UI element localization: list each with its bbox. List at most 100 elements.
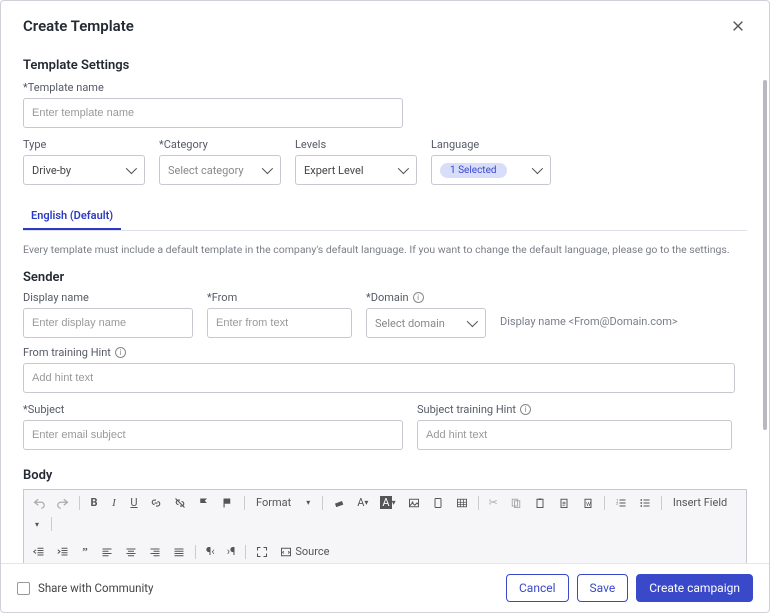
template-name-label: *Template name xyxy=(23,81,747,94)
editor-toolbar: B I U Format ▾ A▾ A▾ ✂ W 12 xyxy=(23,489,747,563)
tab-english-default[interactable]: English (Default) xyxy=(23,203,121,230)
chevron-down-icon xyxy=(126,163,137,174)
undo-button[interactable] xyxy=(30,495,48,511)
paste-word-button[interactable]: W xyxy=(579,495,597,511)
cancel-button[interactable]: Cancel xyxy=(506,574,569,602)
domain-label: *Domain xyxy=(366,291,486,304)
table-icon xyxy=(456,497,468,509)
type-field-group: Type Drive-by xyxy=(23,138,145,185)
align-justify-button[interactable] xyxy=(170,544,188,560)
insert-field-dropdown[interactable]: Insert Field xyxy=(669,496,731,509)
type-label: Type xyxy=(23,138,145,151)
align-right-icon xyxy=(149,546,161,558)
info-icon[interactable] xyxy=(115,347,126,358)
underline-button[interactable]: U xyxy=(127,494,141,511)
format-caret[interactable]: ▾ xyxy=(301,496,315,509)
subject-hint-label-text: Subject training Hint xyxy=(417,403,516,416)
display-name-input[interactable] xyxy=(23,308,193,338)
remove-format-button[interactable] xyxy=(330,495,348,511)
subject-hint-input[interactable] xyxy=(417,420,732,450)
flag-button[interactable] xyxy=(219,495,237,511)
align-right-button[interactable] xyxy=(146,544,164,560)
display-name-label: Display name xyxy=(23,291,193,304)
info-icon[interactable] xyxy=(413,292,424,303)
ltr-button[interactable]: ¶‹ xyxy=(203,543,218,560)
copy-button[interactable] xyxy=(507,495,525,511)
category-field-group: *Category Select category xyxy=(159,138,281,185)
levels-select[interactable]: Expert Level xyxy=(295,155,417,185)
align-center-button[interactable] xyxy=(122,544,140,560)
italic-button[interactable]: I xyxy=(107,495,121,511)
from-input[interactable] xyxy=(207,308,352,338)
subject-hint-label: Subject training Hint xyxy=(417,403,747,416)
source-button[interactable]: Source xyxy=(277,543,332,560)
indent-button[interactable] xyxy=(54,544,72,560)
cut-button[interactable]: ✂ xyxy=(486,494,501,511)
bg-color-button[interactable]: A▾ xyxy=(377,494,398,511)
type-value: Drive-by xyxy=(32,164,71,177)
create-campaign-button[interactable]: Create campaign xyxy=(636,574,753,602)
bold-button[interactable]: B xyxy=(87,494,101,511)
eraser-icon xyxy=(333,497,345,509)
blockquote-button[interactable]: ” xyxy=(78,544,92,560)
subject-hint-field-group: Subject training Hint xyxy=(417,403,747,450)
category-select[interactable]: Select category xyxy=(159,155,281,185)
sender-row: Display name *From *Domain Select domain… xyxy=(23,291,747,338)
link-button[interactable] xyxy=(147,495,165,511)
separator xyxy=(245,545,246,559)
from-hint-field-group: From training Hint xyxy=(23,346,747,393)
paste-button[interactable] xyxy=(531,495,549,511)
link-icon xyxy=(150,497,162,509)
numbered-list-button[interactable]: 12 xyxy=(612,495,630,511)
indent-icon xyxy=(57,546,69,558)
separator xyxy=(51,517,52,531)
flag-icon xyxy=(198,497,210,509)
save-button[interactable]: Save xyxy=(577,574,629,602)
scrollbar[interactable] xyxy=(763,80,767,430)
subject-field-group: *Subject xyxy=(23,403,403,450)
type-select[interactable]: Drive-by xyxy=(23,155,145,185)
body-heading: Body xyxy=(23,468,747,483)
outdent-button[interactable] xyxy=(30,544,48,560)
text-color-button[interactable]: A▾ xyxy=(354,494,371,511)
levels-label: Levels xyxy=(295,138,417,151)
domain-select[interactable]: Select domain xyxy=(366,308,486,338)
clipboard-word-icon: W xyxy=(582,497,594,509)
subject-input[interactable] xyxy=(23,420,403,450)
separator xyxy=(79,496,80,510)
from-hint-label-text: From training Hint xyxy=(23,346,111,359)
sender-heading: Sender xyxy=(23,270,747,285)
share-label: Share with Community xyxy=(38,581,153,595)
from-hint-label: From training Hint xyxy=(23,346,747,359)
from-label: *From xyxy=(207,291,352,304)
bullet-list-button[interactable] xyxy=(636,495,654,511)
format-dropdown[interactable]: Format xyxy=(252,496,295,509)
anchor-button[interactable] xyxy=(195,495,213,511)
template-name-input[interactable] xyxy=(23,98,403,128)
embed-button[interactable] xyxy=(429,495,447,511)
clipboard-text-icon xyxy=(558,497,570,509)
share-checkbox[interactable] xyxy=(17,582,30,595)
device-icon xyxy=(432,497,444,509)
share-with-community-row[interactable]: Share with Community xyxy=(17,581,153,595)
insert-field-caret[interactable]: ▾ xyxy=(30,518,44,531)
paste-text-button[interactable] xyxy=(555,495,573,511)
separator xyxy=(322,496,323,510)
source-label: Source xyxy=(295,545,329,558)
redo-button[interactable] xyxy=(54,495,72,511)
expand-icon xyxy=(256,546,268,558)
image-button[interactable] xyxy=(405,495,423,511)
rtl-button[interactable]: ›¶ xyxy=(224,543,239,560)
category-placeholder: Select category xyxy=(168,164,244,177)
language-select[interactable]: 1 Selected xyxy=(431,155,551,185)
source-icon xyxy=(280,546,292,558)
maximize-button[interactable] xyxy=(253,544,271,560)
levels-field-group: Levels Expert Level xyxy=(295,138,417,185)
unlink-button[interactable] xyxy=(171,495,189,511)
table-button[interactable] xyxy=(453,495,471,511)
align-left-button[interactable] xyxy=(98,544,116,560)
from-hint-input[interactable] xyxy=(23,363,735,393)
close-button[interactable] xyxy=(729,17,747,38)
separator xyxy=(244,496,245,510)
info-icon[interactable] xyxy=(520,404,531,415)
